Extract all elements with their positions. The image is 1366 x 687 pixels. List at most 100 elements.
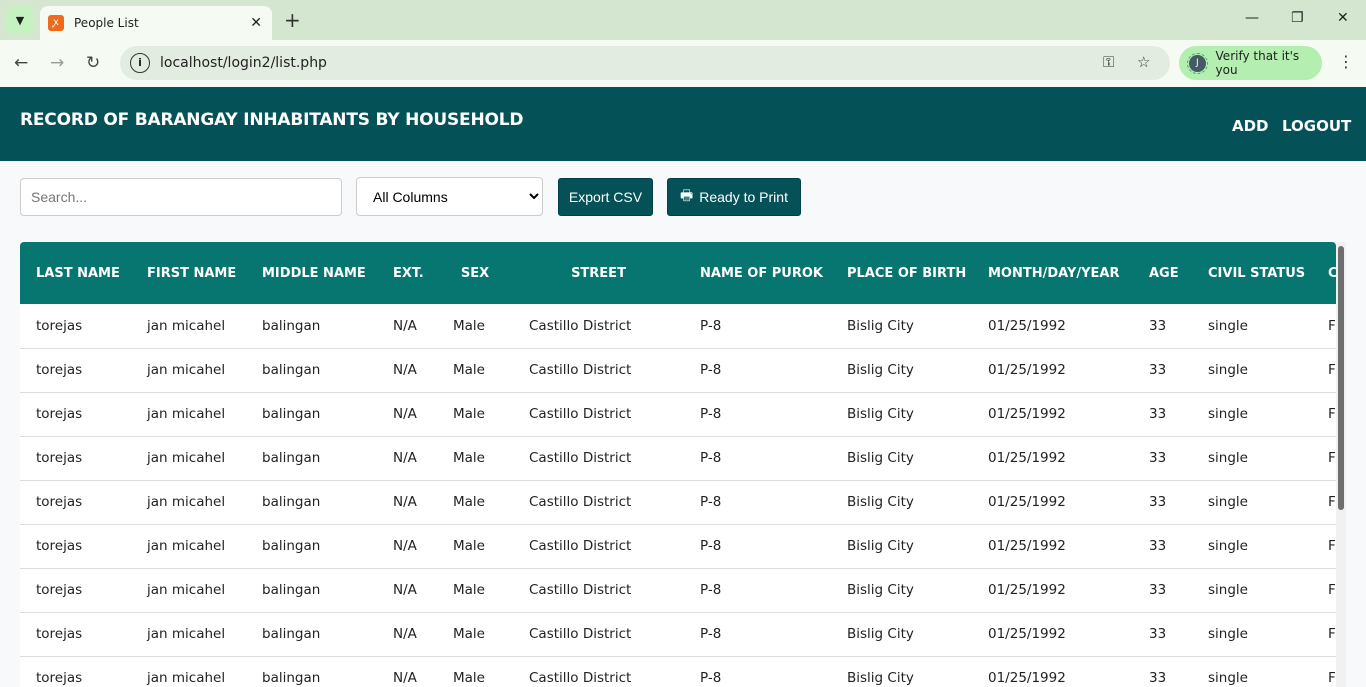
browser-tab[interactable]: ꭙ People List ✕ bbox=[40, 6, 272, 40]
page-title: RECORD OF BARANGAY INHABITANTS BY HOUSEH… bbox=[20, 110, 524, 130]
table-row[interactable]: torejas jan micahel balingan N/A Male Castill… bbox=[20, 612, 1336, 657]
tab-search-button[interactable]: ▼ bbox=[6, 6, 34, 34]
xampp-favicon-icon: ꭙ bbox=[48, 15, 64, 31]
people-table: LAST NAME FIRST NAME MIDDLE NAME EXT. SEX STR… bbox=[20, 242, 1336, 687]
table-row[interactable]: torejas jan micahel balingan N/A Male Castill… bbox=[20, 656, 1336, 687]
column-header[interactable]: PLACE OF BIRTH bbox=[831, 242, 972, 304]
new-tab-icon[interactable]: + bbox=[284, 8, 301, 32]
column-header[interactable]: MONTH/DAY/YEAR bbox=[972, 242, 1133, 304]
verify-profile-button[interactable]: J Verify that it's you bbox=[1179, 46, 1322, 80]
close-window-icon[interactable]: ✕ bbox=[1337, 10, 1349, 26]
column-header[interactable]: MIDDLE NAME bbox=[246, 242, 377, 304]
export-csv-button[interactable]: Export CSV bbox=[558, 178, 653, 216]
table-cell: Fi bbox=[1312, 480, 1336, 525]
table-cell: Fi bbox=[1312, 348, 1336, 393]
table-cell: jan micahel bbox=[131, 348, 246, 393]
table-cell: Fi bbox=[1312, 656, 1336, 687]
table-cell: N/A bbox=[377, 480, 437, 525]
column-header[interactable]: LAST NAME bbox=[20, 242, 131, 304]
table-cell: jan micahel bbox=[131, 568, 246, 613]
forward-icon[interactable]: → bbox=[50, 53, 64, 73]
key-icon[interactable]: ⚿ bbox=[1103, 53, 1114, 71]
column-header[interactable]: NAME OF PUROK bbox=[684, 242, 831, 304]
table-cell: P-8 bbox=[684, 348, 831, 393]
table-cell: 01/25/1992 bbox=[972, 656, 1133, 687]
column-header[interactable]: SEX bbox=[437, 242, 513, 304]
table-cell: jan micahel bbox=[131, 480, 246, 525]
column-header[interactable]: CIVIL STATUS bbox=[1192, 242, 1312, 304]
search-input[interactable] bbox=[20, 178, 342, 216]
table-cell: torejas bbox=[20, 568, 131, 613]
tab-title: People List bbox=[74, 16, 139, 30]
table-cell: balingan bbox=[246, 568, 377, 613]
logout-link[interactable]: LOGOUT bbox=[1282, 117, 1351, 135]
table-cell: 33 bbox=[1133, 568, 1192, 613]
table-cell: N/A bbox=[377, 656, 437, 687]
table-cell: P-8 bbox=[684, 436, 831, 481]
minimize-icon[interactable]: — bbox=[1245, 10, 1259, 26]
table-cell: N/A bbox=[377, 392, 437, 437]
table-row[interactable]: torejas jan micahel balingan N/A Male Castill… bbox=[20, 304, 1336, 349]
table-cell: 33 bbox=[1133, 304, 1192, 349]
verify-label: Verify that it's you bbox=[1215, 49, 1300, 77]
table-cell: Castillo District bbox=[513, 480, 684, 525]
column-header[interactable]: AGE bbox=[1133, 242, 1192, 304]
back-icon[interactable]: ← bbox=[14, 53, 28, 73]
table-cell: balingan bbox=[246, 656, 377, 687]
table-header-row: LAST NAME FIRST NAME MIDDLE NAME EXT. SEX STR… bbox=[20, 242, 1336, 304]
table-cell: torejas bbox=[20, 436, 131, 481]
table-row[interactable]: torejas jan micahel balingan N/A Male Castill… bbox=[20, 348, 1336, 393]
table-row[interactable]: torejas jan micahel balingan N/A Male Castill… bbox=[20, 392, 1336, 437]
url-text: localhost/login2/list.php bbox=[160, 55, 327, 71]
print-button[interactable]: 🖶 Ready to Print bbox=[667, 178, 801, 216]
table-cell: single bbox=[1192, 436, 1312, 481]
close-tab-icon[interactable]: ✕ bbox=[250, 15, 262, 31]
table-cell: 33 bbox=[1133, 524, 1192, 569]
table-cell: N/A bbox=[377, 304, 437, 349]
table-cell: P-8 bbox=[684, 392, 831, 437]
table-cell: 33 bbox=[1133, 436, 1192, 481]
table-row[interactable]: torejas jan micahel balingan N/A Male Castill… bbox=[20, 480, 1336, 525]
table-row[interactable]: torejas jan micahel balingan N/A Male Castill… bbox=[20, 524, 1336, 569]
table-cell: Bislig City bbox=[831, 480, 972, 525]
table-cell: Castillo District bbox=[513, 304, 684, 349]
table-cell: P-8 bbox=[684, 304, 831, 349]
table-cell: 01/25/1992 bbox=[972, 392, 1133, 437]
table-cell: Castillo District bbox=[513, 392, 684, 437]
bookmark-star-icon[interactable]: ☆ bbox=[1137, 53, 1150, 71]
column-header[interactable]: C bbox=[1312, 242, 1336, 304]
table-cell: Bislig City bbox=[831, 348, 972, 393]
column-header[interactable]: FIRST NAME bbox=[131, 242, 246, 304]
table-cell: 01/25/1992 bbox=[972, 348, 1133, 393]
table-cell: Male bbox=[437, 568, 513, 613]
table-cell: Male bbox=[437, 612, 513, 657]
site-info-icon[interactable]: i bbox=[130, 53, 150, 73]
table-cell: balingan bbox=[246, 392, 377, 437]
table-cell: 01/25/1992 bbox=[972, 612, 1133, 657]
menu-kebab-icon[interactable]: ⋮ bbox=[1338, 52, 1354, 71]
table-cell: single bbox=[1192, 480, 1312, 525]
table-cell: 01/25/1992 bbox=[972, 568, 1133, 613]
address-bar[interactable]: i localhost/login2/list.php ⚿ ☆ bbox=[120, 46, 1170, 80]
table-cell: P-8 bbox=[684, 524, 831, 569]
column-header[interactable]: STREET bbox=[513, 242, 684, 304]
table-cell: 33 bbox=[1133, 480, 1192, 525]
table-cell: torejas bbox=[20, 612, 131, 657]
reload-icon[interactable]: ↻ bbox=[86, 53, 100, 73]
scrollbar-thumb[interactable] bbox=[1338, 246, 1344, 510]
table-cell: 33 bbox=[1133, 612, 1192, 657]
table-cell: P-8 bbox=[684, 612, 831, 657]
add-link[interactable]: ADD bbox=[1232, 117, 1269, 135]
table-cell: Bislig City bbox=[831, 568, 972, 613]
table-scrollbar[interactable] bbox=[1336, 242, 1346, 687]
table-row[interactable]: torejas jan micahel balingan N/A Male Castill… bbox=[20, 568, 1336, 613]
table-cell: N/A bbox=[377, 568, 437, 613]
table-cell: single bbox=[1192, 656, 1312, 687]
table-cell: torejas bbox=[20, 304, 131, 349]
restore-icon[interactable]: ❐ bbox=[1291, 10, 1304, 26]
column-header[interactable]: EXT. bbox=[377, 242, 437, 304]
table-cell: balingan bbox=[246, 612, 377, 657]
table-cell: Castillo District bbox=[513, 568, 684, 613]
table-row[interactable]: torejas jan micahel balingan N/A Male Castill… bbox=[20, 436, 1336, 481]
column-filter-select[interactable]: All Columns bbox=[356, 177, 543, 216]
